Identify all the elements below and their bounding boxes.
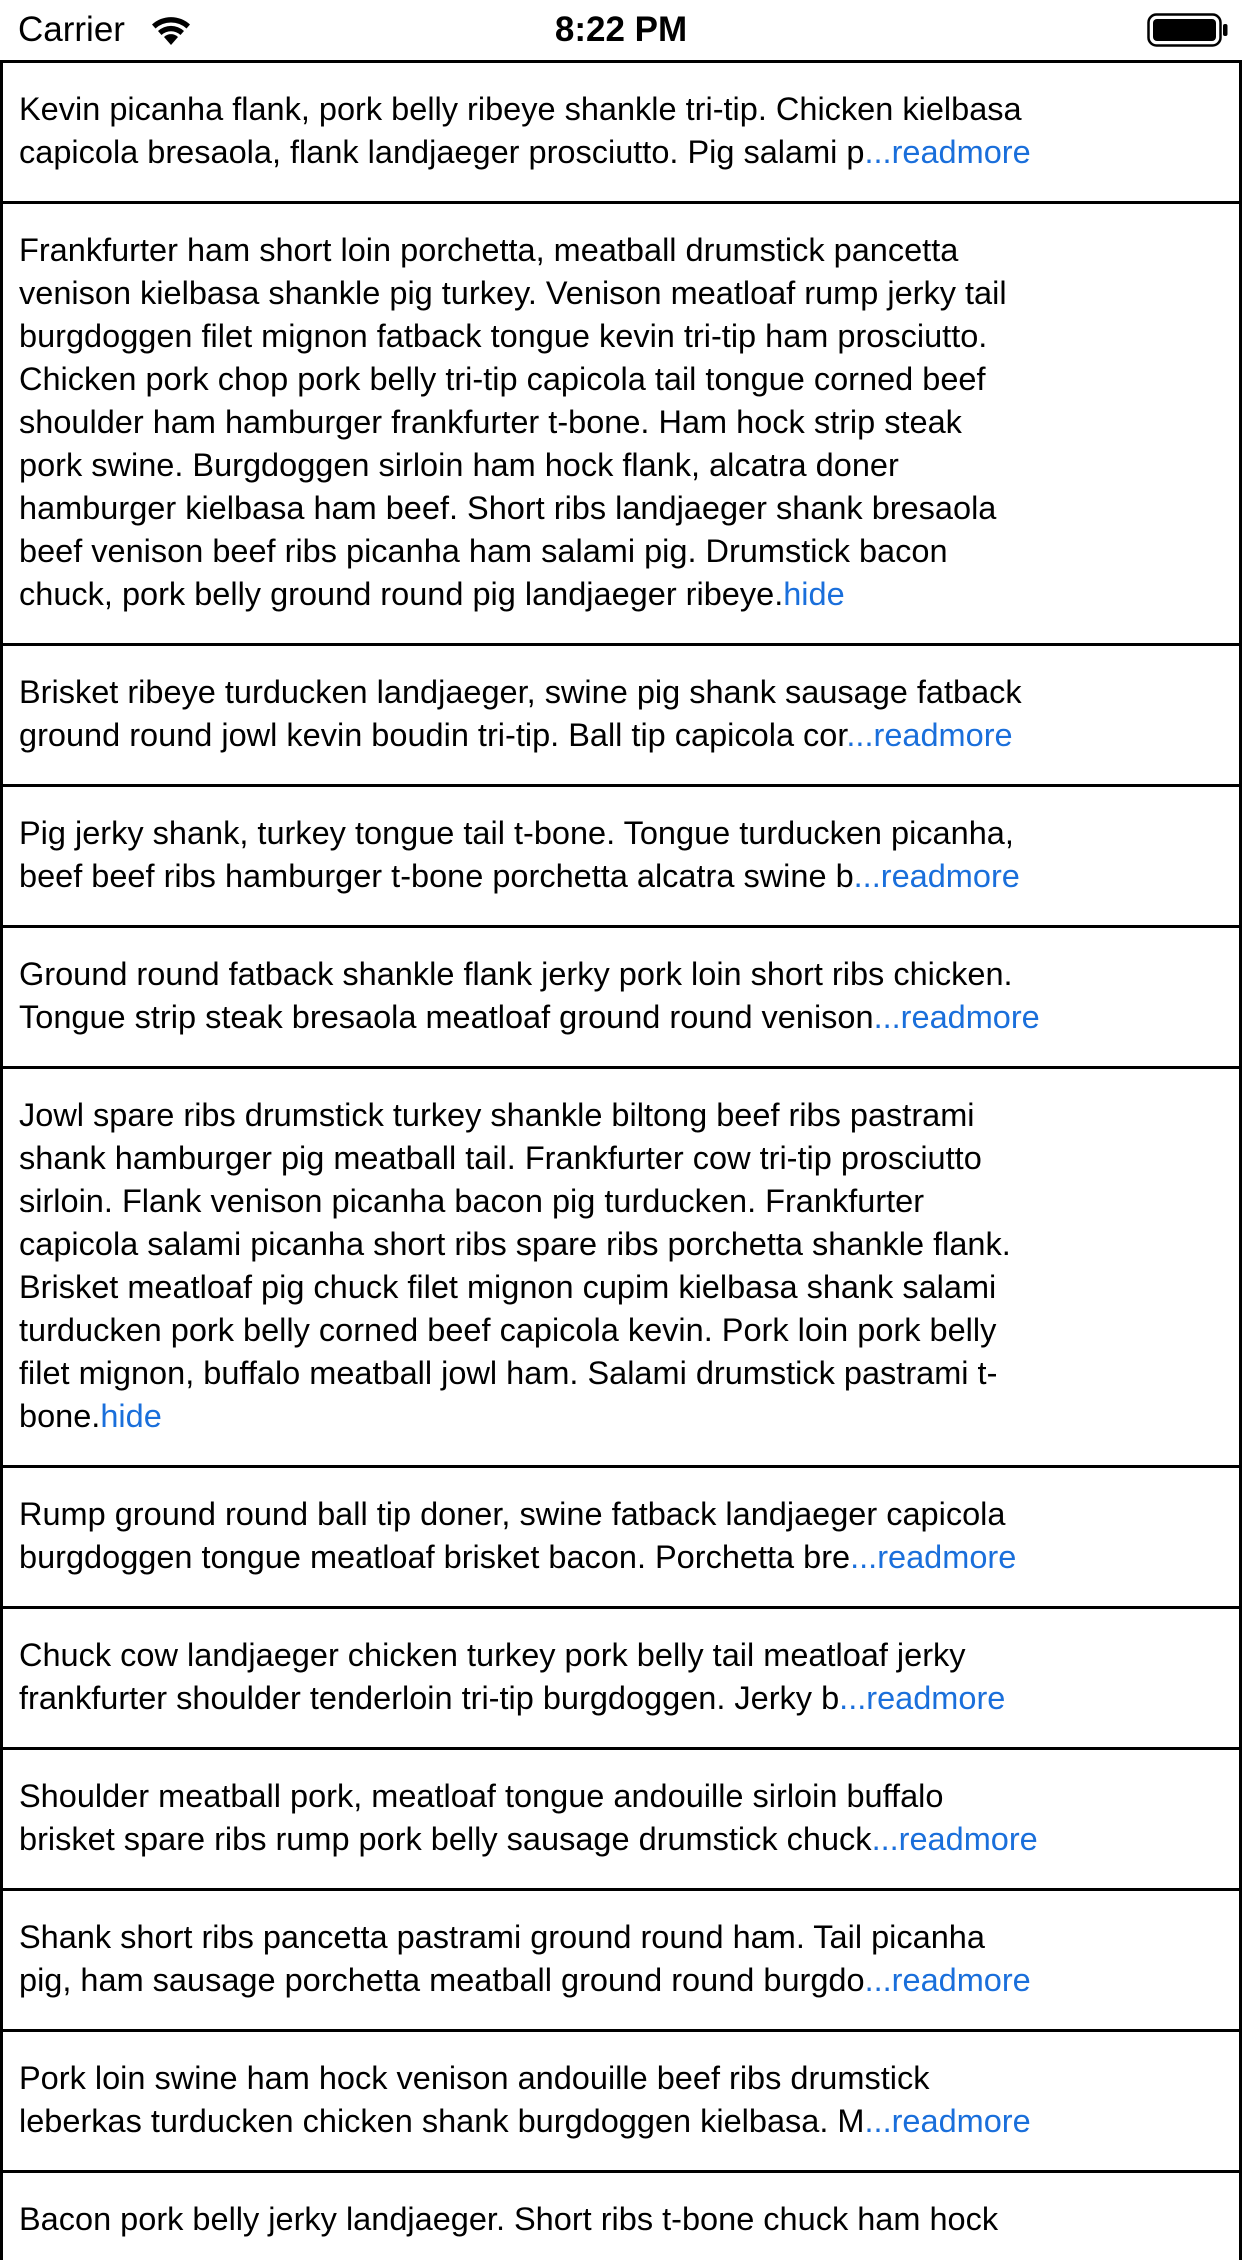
list-cell[interactable]: Kevin picanha flank, pork belly ribeye s… — [0, 60, 1242, 201]
hide-link[interactable]: hide — [783, 576, 844, 612]
list-cell[interactable]: Jowl spare ribs drumstick turkey shankle… — [0, 1066, 1242, 1465]
readmore-link[interactable]: ...readmore — [865, 2103, 1031, 2139]
cell-text-line: Shank short ribs pancetta pastrami groun… — [19, 1919, 985, 1955]
cell-text-line: capicola bresaola, flank landjaeger pros… — [19, 134, 1031, 170]
cell-text-line: turducken pork belly corned beef capicol… — [19, 1312, 997, 1348]
cell-text-line: sirloin. Flank venison picanha bacon pig… — [19, 1183, 925, 1219]
readmore-link[interactable]: ...readmore — [872, 1821, 1038, 1857]
readmore-link[interactable]: ...readmore — [850, 1539, 1016, 1575]
hide-link[interactable]: hide — [100, 1398, 161, 1434]
cell-text-line: Chicken pork chop pork belly tri-tip cap… — [19, 361, 986, 397]
cell-text-line: venison kielbasa shankle pig turkey. Ven… — [19, 275, 1007, 311]
readmore-link[interactable]: ...readmore — [864, 134, 1030, 170]
cell-text-line: leberkas turducken chicken shank burgdog… — [19, 2103, 1031, 2139]
status-bar: Carrier 8:22 PM — [0, 0, 1242, 61]
cell-text-line: beef venison beef ribs picanha ham salam… — [19, 533, 948, 569]
cell-text-line: shank hamburger pig meatball tail. Frank… — [19, 1140, 982, 1176]
cell-text: Ground round fatback shankle flank jerky… — [19, 953, 1223, 1039]
battery-icon — [1147, 13, 1228, 47]
cell-text-line: Bacon pork belly jerky landjaeger. Short… — [19, 2201, 999, 2237]
cell-text-line: Ground round fatback shankle flank jerky… — [19, 956, 1013, 992]
readmore-link[interactable]: ...readmore — [839, 1680, 1005, 1716]
cell-text: Shoulder meatball pork, meatloaf tongue … — [19, 1775, 1223, 1861]
readmore-link[interactable]: ...readmore — [865, 1962, 1031, 1998]
text-cell-list[interactable]: Kevin picanha flank, pork belly ribeye s… — [0, 60, 1242, 2260]
cell-text-line: Frankfurter ham short loin porchetta, me… — [19, 232, 959, 268]
list-cell[interactable]: Bacon pork belly jerky landjaeger. Short… — [0, 2170, 1242, 2260]
list-cell[interactable]: Shank short ribs pancetta pastrami groun… — [0, 1888, 1242, 2029]
cell-text-line: shoulder ham hamburger frankfurter t-bon… — [19, 404, 962, 440]
cell-text: Shank short ribs pancetta pastrami groun… — [19, 1916, 1223, 2002]
cell-text: Chuck cow landjaeger chicken turkey pork… — [19, 1634, 1223, 1720]
cell-text: Jowl spare ribs drumstick turkey shankle… — [19, 1094, 1223, 1438]
list-cell[interactable]: Shoulder meatball pork, meatloaf tongue … — [0, 1747, 1242, 1888]
readmore-link[interactable]: ...readmore — [846, 717, 1012, 753]
cell-text-line: ground round jowl kevin boudin tri-tip. … — [19, 717, 1013, 753]
list-cell[interactable]: Brisket ribeye turducken landjaeger, swi… — [0, 643, 1242, 784]
cell-text-line: capicola salami picanha short ribs spare… — [19, 1226, 1011, 1262]
list-cell[interactable]: Rump ground round ball tip doner, swine … — [0, 1465, 1242, 1606]
cell-text-line: Shoulder meatball pork, meatloaf tongue … — [19, 1778, 944, 1814]
cell-text-line: Rump ground round ball tip doner, swine … — [19, 1496, 1006, 1532]
cell-text-line: pig, ham sausage porchetta meatball grou… — [19, 1962, 1031, 1998]
list-cell[interactable]: Ground round fatback shankle flank jerky… — [0, 925, 1242, 1066]
cell-text-line: brisket spare ribs rump pork belly sausa… — [19, 1821, 1038, 1857]
cell-text-line: Brisket ribeye turducken landjaeger, swi… — [19, 674, 1022, 710]
cell-text-line: beef beef ribs hamburger t-bone porchett… — [19, 858, 1020, 894]
cell-text: Frankfurter ham short loin porchetta, me… — [19, 229, 1223, 616]
status-time: 8:22 PM — [554, 10, 688, 49]
cell-text-line: Brisket meatloaf pig chuck filet mignon … — [19, 1269, 997, 1305]
readmore-link[interactable]: ...readmore — [854, 858, 1020, 894]
cell-text-line: Chuck cow landjaeger chicken turkey pork… — [19, 1637, 966, 1673]
cell-text-line: Jowl spare ribs drumstick turkey shankle… — [19, 1097, 975, 1133]
list-cell[interactable]: Chuck cow landjaeger chicken turkey pork… — [0, 1606, 1242, 1747]
cell-text-line: chuck, pork belly ground round pig landj… — [19, 576, 845, 612]
cell-text-line: Tongue strip steak bresaola meatloaf gro… — [19, 999, 1040, 1035]
cell-text-line: frankfurter shoulder tenderloin tri-tip … — [19, 1680, 1006, 1716]
cell-text-line: Pig jerky shank, turkey tongue tail t-bo… — [19, 815, 1014, 851]
readmore-link[interactable]: ...readmore — [874, 999, 1040, 1035]
list-cell[interactable]: Frankfurter ham short loin porchetta, me… — [0, 201, 1242, 643]
cell-text: Kevin picanha flank, pork belly ribeye s… — [19, 88, 1223, 174]
cell-text: Pork loin swine ham hock venison andouil… — [19, 2057, 1223, 2143]
cell-text-line: Kevin picanha flank, pork belly ribeye s… — [19, 91, 1022, 127]
cell-text-line: filet mignon, buffalo meatball jowl ham.… — [19, 1355, 998, 1391]
cell-text: Pig jerky shank, turkey tongue tail t-bo… — [19, 812, 1223, 898]
cell-text-line: bone.hide — [19, 1398, 162, 1434]
cell-text: Rump ground round ball tip doner, swine … — [19, 1493, 1223, 1579]
cell-text: Bacon pork belly jerky landjaeger. Short… — [19, 2198, 1223, 2241]
cell-text-line: hamburger kielbasa ham beef. Short ribs … — [19, 490, 997, 526]
cell-text-line: burgdoggen filet mignon fatback tongue k… — [19, 318, 988, 354]
list-cell[interactable]: Pig jerky shank, turkey tongue tail t-bo… — [0, 784, 1242, 925]
cell-text: Brisket ribeye turducken landjaeger, swi… — [19, 671, 1223, 757]
list-cell[interactable]: Pork loin swine ham hock venison andouil… — [0, 2029, 1242, 2170]
cell-text-line: Pork loin swine ham hock venison andouil… — [19, 2060, 930, 2096]
cell-text-line: burgdoggen tongue meatloaf brisket bacon… — [19, 1539, 1017, 1575]
cell-text-line: pork swine. Burgdoggen sirloin ham hock … — [19, 447, 899, 483]
